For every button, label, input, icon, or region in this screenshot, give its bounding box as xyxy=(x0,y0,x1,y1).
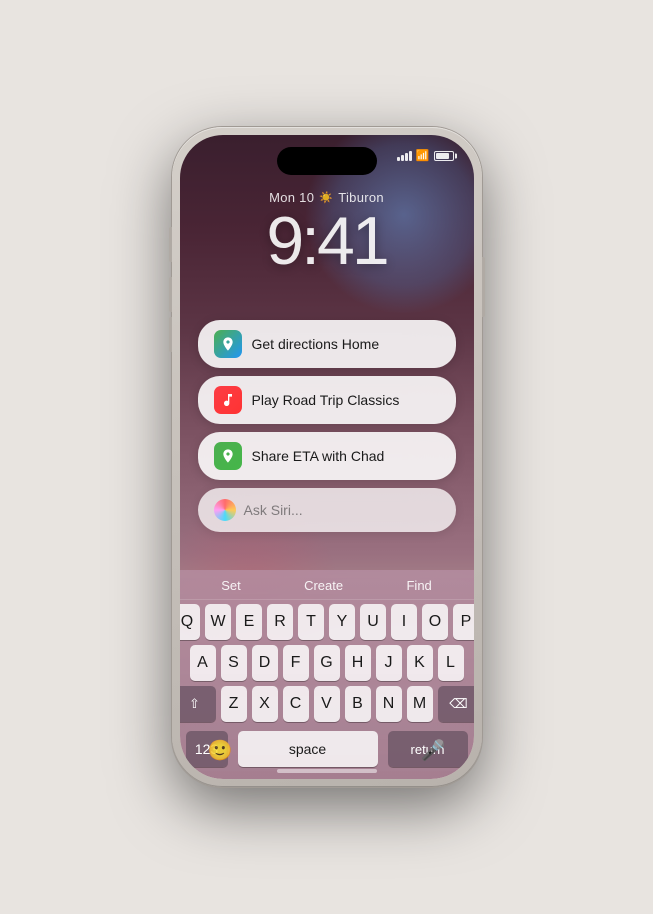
wifi-icon: 📶 xyxy=(416,149,430,162)
kb-suggestion-set[interactable]: Set xyxy=(221,578,241,593)
keyboard: Set Create Find Q W E R T Y U I O P xyxy=(180,570,474,779)
home-indicator xyxy=(277,769,377,773)
kb-suggestion-find[interactable]: Find xyxy=(406,578,431,593)
signal-icon xyxy=(397,151,412,161)
keyboard-rows: Q W E R T Y U I O P A S D F G xyxy=(180,600,474,729)
dynamic-island xyxy=(277,147,377,175)
key-q[interactable]: Q xyxy=(180,604,201,640)
suggestion-directions[interactable]: Get directions Home xyxy=(198,320,456,368)
lock-screen-info: Mon 10 ☀️ Tiburon 9:41 xyxy=(180,190,474,275)
siri-input-bar[interactable]: Ask Siri... xyxy=(198,488,456,532)
keyboard-row-2: A S D F G H J K L xyxy=(186,645,468,681)
lock-time: 9:41 xyxy=(180,207,474,275)
key-g[interactable]: G xyxy=(314,645,340,681)
key-c[interactable]: C xyxy=(283,686,309,722)
key-i[interactable]: I xyxy=(391,604,417,640)
key-w[interactable]: W xyxy=(205,604,231,640)
suggestion-music-text: Play Road Trip Classics xyxy=(252,392,400,408)
key-shift[interactable]: ⇧ xyxy=(180,686,216,722)
key-x[interactable]: X xyxy=(252,686,278,722)
key-p[interactable]: P xyxy=(453,604,474,640)
siri-placeholder-text: Ask Siri... xyxy=(244,502,303,518)
key-h[interactable]: H xyxy=(345,645,371,681)
music-icon xyxy=(214,386,242,414)
keyboard-bottom-icons: 🙂 🎤 xyxy=(180,738,474,763)
key-e[interactable]: E xyxy=(236,604,262,640)
keyboard-row-1: Q W E R T Y U I O P xyxy=(186,604,468,640)
key-v[interactable]: V xyxy=(314,686,340,722)
key-m[interactable]: M xyxy=(407,686,433,722)
key-k[interactable]: K xyxy=(407,645,433,681)
key-delete[interactable]: ⌫ xyxy=(438,686,474,722)
key-t[interactable]: T xyxy=(298,604,324,640)
key-s[interactable]: S xyxy=(221,645,247,681)
suggestion-eta[interactable]: Share ETA with Chad xyxy=(198,432,456,480)
key-y[interactable]: Y xyxy=(329,604,355,640)
kb-suggestion-create[interactable]: Create xyxy=(304,578,343,593)
key-f[interactable]: F xyxy=(283,645,309,681)
suggestion-eta-text: Share ETA with Chad xyxy=(252,448,385,464)
key-l[interactable]: L xyxy=(438,645,464,681)
phone-frame: 📶 Mon 10 ☀️ Tiburon 9:41 xyxy=(172,127,482,787)
maps2-icon xyxy=(214,442,242,470)
suggestion-directions-text: Get directions Home xyxy=(252,336,380,352)
key-u[interactable]: U xyxy=(360,604,386,640)
keyboard-row-3: ⇧ Z X C V B N M ⌫ xyxy=(186,686,468,722)
keyboard-suggestions-bar: Set Create Find xyxy=(180,574,474,600)
dictation-icon[interactable]: 🎤 xyxy=(421,738,446,763)
battery-icon xyxy=(434,151,454,161)
emoji-icon[interactable]: 🙂 xyxy=(208,738,233,763)
key-r[interactable]: R xyxy=(267,604,293,640)
status-right: 📶 xyxy=(397,149,454,162)
key-o[interactable]: O xyxy=(422,604,448,640)
siri-orb-icon xyxy=(214,499,236,521)
phone-screen: 📶 Mon 10 ☀️ Tiburon 9:41 xyxy=(180,135,474,779)
siri-suggestions: Get directions Home Play Road Trip Class… xyxy=(198,320,456,532)
key-z[interactable]: Z xyxy=(221,686,247,722)
maps-icon xyxy=(214,330,242,358)
key-j[interactable]: J xyxy=(376,645,402,681)
key-n[interactable]: N xyxy=(376,686,402,722)
key-d[interactable]: D xyxy=(252,645,278,681)
key-b[interactable]: B xyxy=(345,686,371,722)
key-a[interactable]: A xyxy=(190,645,216,681)
suggestion-music[interactable]: Play Road Trip Classics xyxy=(198,376,456,424)
